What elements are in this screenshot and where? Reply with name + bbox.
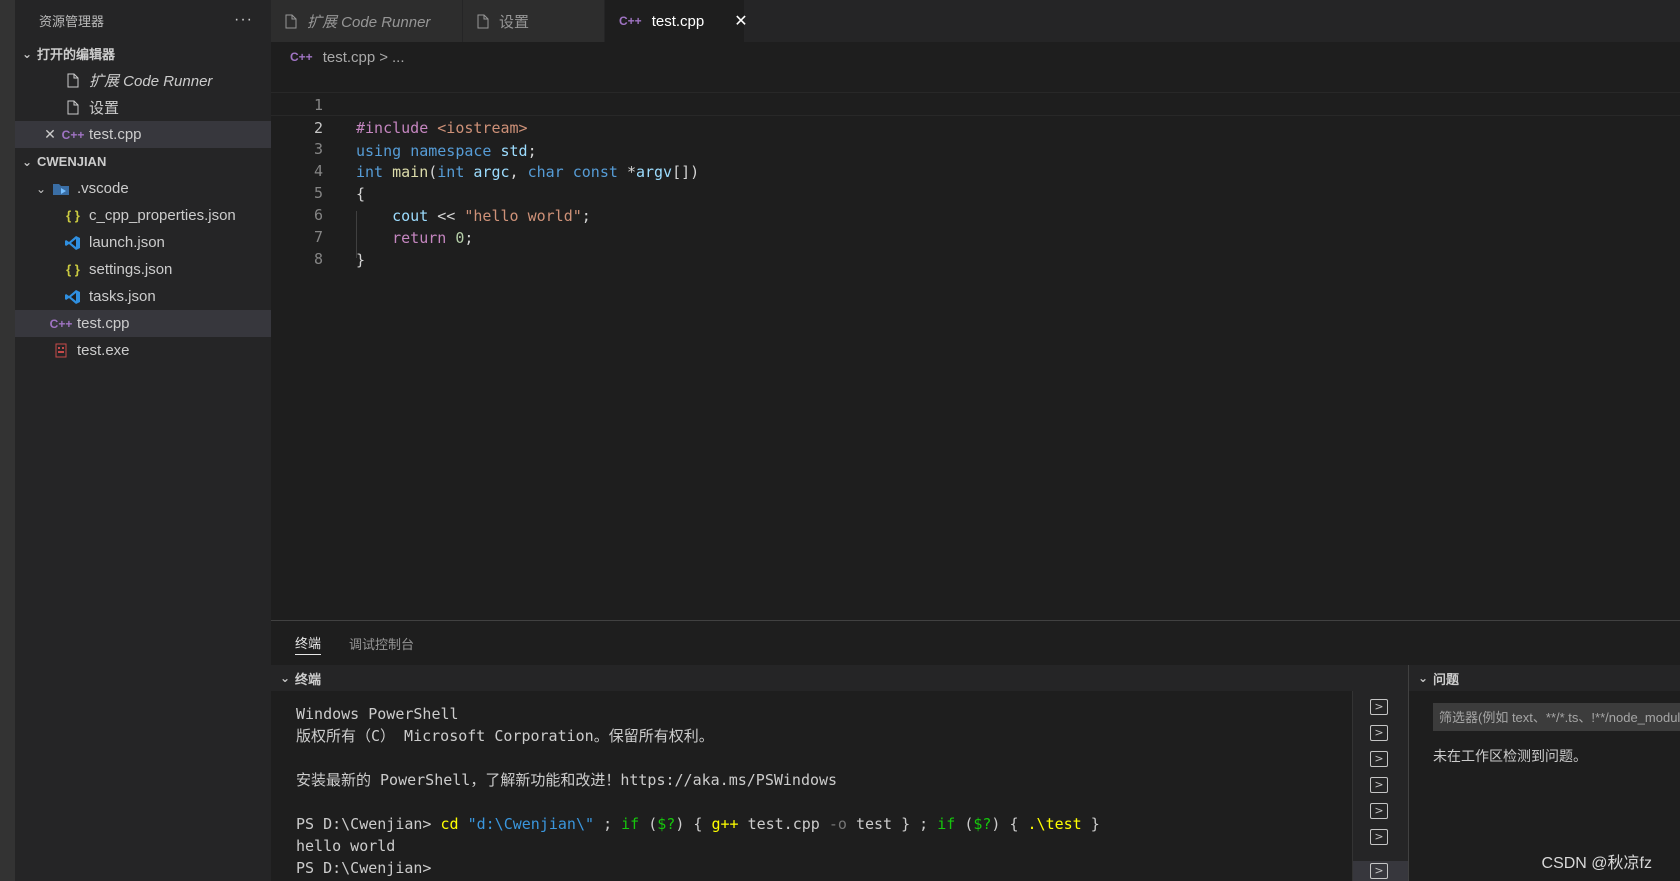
open-editor-label: 设置 [89,100,120,117]
file-name: tasks.json [89,288,156,305]
folder-section[interactable]: ⌄ CWENJIAN [15,148,271,175]
tab-label: test.cpp [651,12,705,30]
file-icon [477,14,489,29]
problems-section-label: 问题 [1433,671,1460,687]
file-name: launch.json [89,234,165,251]
no-problems-message: 未在工作区检测到问题。 [1433,748,1587,764]
tab-label: 扩展 Code Runner [307,13,431,31]
file-settings-json[interactable]: { } settings.json [15,256,271,283]
cpp-icon: C++ [61,127,85,142]
json-icon: { } [66,208,80,223]
code-line: 1 #include <iostream> [271,70,1680,138]
tab-test-cpp[interactable]: C++ test.cpp ✕ [605,0,748,42]
terminal-icon[interactable]: > [1370,699,1388,715]
file-test-cpp[interactable]: C++ test.cpp [15,310,271,337]
explorer-header: 资源管理器 ··· [15,0,271,40]
open-editor-code-runner[interactable]: 扩展 Code Runner [15,67,271,94]
vscode-folder-icon [51,182,71,196]
explorer-title: 资源管理器 [39,13,105,29]
file-name: settings.json [89,261,173,278]
open-editors-label: 打开的编辑器 [37,47,116,62]
terminal-line: 安装最新的 PowerShell，了解新功能和改进！https://aka.ms… [296,771,838,789]
problems-section-header[interactable]: ⌄ 问题 [1408,665,1680,691]
vscode-logo-icon [63,235,83,251]
code-line: 4 { [271,136,1680,204]
code-line-current: 2 using namespace std; [271,92,1680,160]
open-editors-section[interactable]: ⌄ 打开的编辑器 [15,40,271,67]
terminal-line: Windows PowerShell [296,705,459,723]
code-line: 7 } [271,202,1680,270]
file-test-exe[interactable]: test.exe [15,337,271,364]
terminal-icon[interactable]: > [1370,751,1388,767]
breadcrumb: C++ test.cpp > ... [290,46,405,68]
tab-terminal[interactable]: 终端 [295,631,322,655]
chevron-right-icon: > [379,48,388,66]
cpp-icon: C++ [290,50,313,64]
file-c-cpp-properties[interactable]: { } c_cpp_properties.json [15,202,271,229]
terminal-output[interactable]: Windows PowerShell 版权所有（C） Microsoft Cor… [296,703,1376,879]
open-editor-settings[interactable]: 设置 [15,94,271,121]
file-icon [63,100,83,115]
chevron-down-icon: ⌄ [35,181,47,196]
chevron-down-icon: ⌄ [21,46,33,61]
file-name: test.exe [77,342,130,359]
file-name: test.cpp [77,315,130,332]
open-editor-label: 扩展 Code Runner [89,73,213,90]
line-number: 8 [313,249,323,268]
breadcrumb-symbols[interactable]: ... [392,49,405,66]
editor-tabs: 扩展 Code Runner 设置 C++ test.cpp ✕ [271,0,1680,42]
activity-bar [0,0,15,881]
close-icon[interactable]: ✕ [41,126,59,143]
folder-name: .vscode [77,180,129,197]
close-icon[interactable]: ✕ [734,11,747,31]
terminal-icon[interactable]: > [1370,829,1388,845]
folder-vscode[interactable]: ⌄ .vscode [15,175,271,202]
terminal-line: 版权所有（C） Microsoft Corporation。保留所有权利。 [296,727,714,745]
open-editor-test-cpp[interactable]: ✕ C++ test.cpp [15,121,271,148]
chevron-down-icon: ⌄ [1417,671,1429,685]
problems-filter-input[interactable] [1433,703,1680,731]
terminal-command-line: PS D:\Cwenjian> cd "d:\Cwenjian\" ; if (… [296,815,1100,833]
exe-file-icon [51,343,71,358]
file-icon [63,73,83,88]
terminal-icon[interactable]: > [1370,725,1388,741]
folder-label: CWENJIAN [37,154,107,169]
cpp-icon: C++ [619,14,642,28]
more-actions-icon[interactable]: ··· [234,11,253,29]
code-line: 8 [271,224,1680,268]
tab-settings[interactable]: 设置 [463,0,605,42]
open-editor-label: test.cpp [89,126,142,143]
tab-debug-console[interactable]: 调试控制台 [349,631,414,655]
watermark: CSDN @秋凉fz [1541,855,1652,872]
code-line: 6 return 0; [271,180,1680,248]
code-editor[interactable]: 1 #include <iostream> 2 using namespace … [271,70,1680,620]
terminal-line: PS D:\Cwenjian> [296,859,432,877]
terminal-list: > > > > > > > [1352,691,1409,881]
file-icon [285,14,297,29]
tab-label: 设置 [499,13,530,31]
terminal-icon[interactable]: > [1370,803,1388,819]
tab-code-runner[interactable]: 扩展 Code Runner [271,0,463,42]
vscode-logo-icon [63,289,83,305]
chevron-down-icon: ⌄ [21,154,33,169]
file-launch-json[interactable]: launch.json [15,229,271,256]
bottom-panel: 终端 调试控制台 ⌄ 终端 Windows PowerShell 版权所有（C）… [271,620,1680,881]
file-tasks-json[interactable]: tasks.json [15,283,271,310]
chevron-down-icon: ⌄ [279,671,291,685]
terminal-section-label: 终端 [295,671,322,687]
terminal-section-header[interactable]: ⌄ 终端 [271,665,1408,691]
explorer-sidebar: 资源管理器 ··· ⌄ 打开的编辑器 扩展 Code Runner 设置 ✕ C… [15,0,271,881]
terminal-line: hello world [296,837,396,855]
panel-tabs: 终端 调试控制台 [271,621,1680,665]
json-icon: { } [66,262,80,277]
code-line: 3 int main(int argc, char const *argv[]) [271,114,1680,182]
terminal-icon[interactable]: > [1370,863,1388,879]
cpp-icon: C++ [49,316,73,331]
terminal-icon[interactable]: > [1370,777,1388,793]
breadcrumb-file[interactable]: test.cpp [323,49,376,66]
file-name: c_cpp_properties.json [89,207,236,224]
code-line: 5 cout << "hello world"; [271,158,1680,226]
